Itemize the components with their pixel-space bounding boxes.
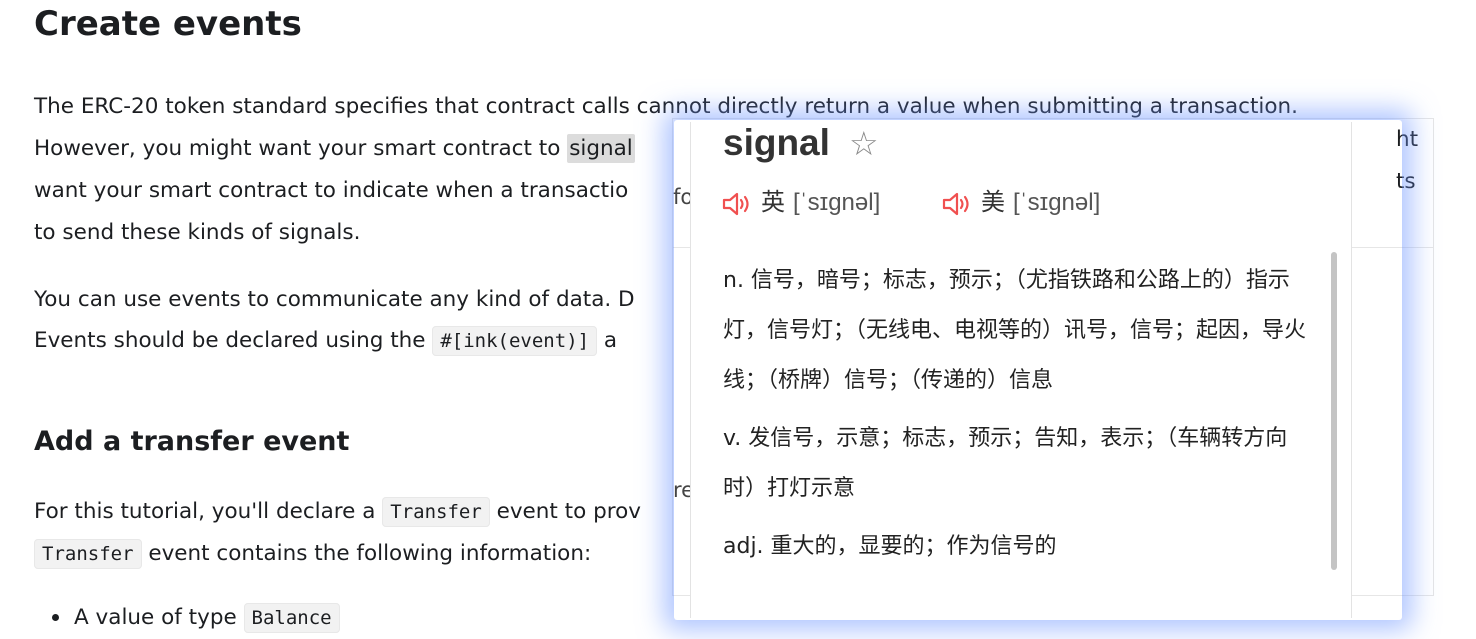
section-heading: Add a transfer event <box>34 426 350 457</box>
inline-code: Transfer <box>382 497 490 527</box>
pronunciation-ipa: [ˈsɪɡnəl] <box>1013 189 1101 216</box>
bullet-dot <box>52 614 59 621</box>
page-title: Create events <box>34 4 302 44</box>
selected-word[interactable]: signal <box>567 134 635 163</box>
inline-code: Transfer <box>34 539 142 569</box>
speaker-icon[interactable] <box>721 191 753 217</box>
paragraph-2-line-1: You can use events to communicate any ki… <box>34 287 635 312</box>
definition-adjective: adj. 重大的，显要的；作为信号的 <box>723 534 1057 559</box>
definitions: n. 信号，暗号；标志，预示；（尤指铁路和公路上的）指示灯，信号灯；（无线电、电… <box>723 256 1313 580</box>
pronunciation-ipa: [ˈsɪɡnəl] <box>793 189 881 216</box>
paragraph-2-line-2: Events should be declared using the #[in… <box>34 320 617 362</box>
paragraph-text: However, you might want your smart contr… <box>34 136 568 161</box>
paragraph-text: Events should be declared using the <box>34 328 433 353</box>
dictionary-popup[interactable]: signal ☆ 英 [ˈsɪɡnəl] 美 [ˈsɪɡnəl] n. 信号，暗号；… <box>690 122 1352 618</box>
popup-headword: signal <box>723 122 830 163</box>
list-item: A value of type Balance <box>52 597 340 639</box>
inline-code: Balance <box>243 603 340 633</box>
paragraph-text: event contains the following information… <box>141 541 592 566</box>
speaker-icon[interactable] <box>941 191 973 217</box>
pronunciation-us: 美 [ˈsɪɡnəl] <box>941 182 1100 217</box>
inline-code: #[ink(event)] <box>432 326 598 356</box>
definition-verb: v. 发信号，示意；标志，预示；告知，表示；（车辆转方向时）打灯示意 <box>723 426 1288 501</box>
favorite-star-icon[interactable]: ☆ <box>849 126 879 162</box>
paragraph-1-line-4: to send these kinds of signals. <box>34 220 361 245</box>
list-item-text: A value of type <box>74 605 244 630</box>
paragraph-text: a <box>597 328 618 353</box>
pronunciation-label: 英 <box>761 189 785 216</box>
pronunciation-uk: 英 [ˈsɪɡnəl] <box>721 182 880 217</box>
paragraph-text: event to prov <box>489 499 641 524</box>
paragraph-1-line-2: However, you might want your smart contr… <box>34 128 635 170</box>
paragraph-text: For this tutorial, you'll declare a <box>34 499 383 524</box>
popup-scrollbar[interactable] <box>1331 252 1337 570</box>
paragraph-1-line-3: want your smart contract to indicate whe… <box>34 178 629 203</box>
definition-noun: n. 信号，暗号；标志，预示；（尤指铁路和公路上的）指示灯，信号灯；（无线电、电… <box>723 268 1307 393</box>
pronunciation-label: 美 <box>981 189 1005 216</box>
paragraph-3-line-1: For this tutorial, you'll declare a Tran… <box>34 491 641 533</box>
paragraph-3-line-2: Transfer event contains the following in… <box>34 533 591 575</box>
